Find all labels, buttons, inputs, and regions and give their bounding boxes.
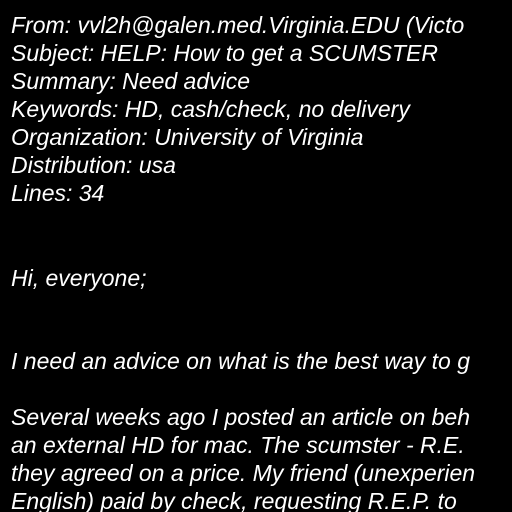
body-line: I need an advice on what is the best way… xyxy=(11,348,471,374)
header-lines: Lines: 34 xyxy=(11,180,105,206)
body-paragraph-line: they agreed on a price. My friend (unexp… xyxy=(11,460,476,486)
header-subject: Subject: HELP: How to get a SCUMSTER xyxy=(11,40,438,66)
header-keywords: Keywords: HD, cash/check, no delivery xyxy=(11,96,410,122)
header-summary: Summary: Need advice xyxy=(11,68,251,94)
body-paragraph-line: English) paid by check, requesting R.E.P… xyxy=(11,488,457,512)
message-view: From: vvl2h@galen.med.Virginia.EDU (Vict… xyxy=(0,0,512,512)
header-from: From: vvl2h@galen.med.Virginia.EDU (Vict… xyxy=(11,12,465,38)
header-distribution: Distribution: usa xyxy=(11,152,176,178)
body-greeting: Hi, everyone; xyxy=(11,265,147,291)
header-organization: Organization: University of Virginia xyxy=(11,124,364,150)
body-paragraph-line: an external HD for mac. The scumster - R… xyxy=(11,432,465,458)
body-paragraph-line: Several weeks ago I posted an article on… xyxy=(11,404,471,430)
